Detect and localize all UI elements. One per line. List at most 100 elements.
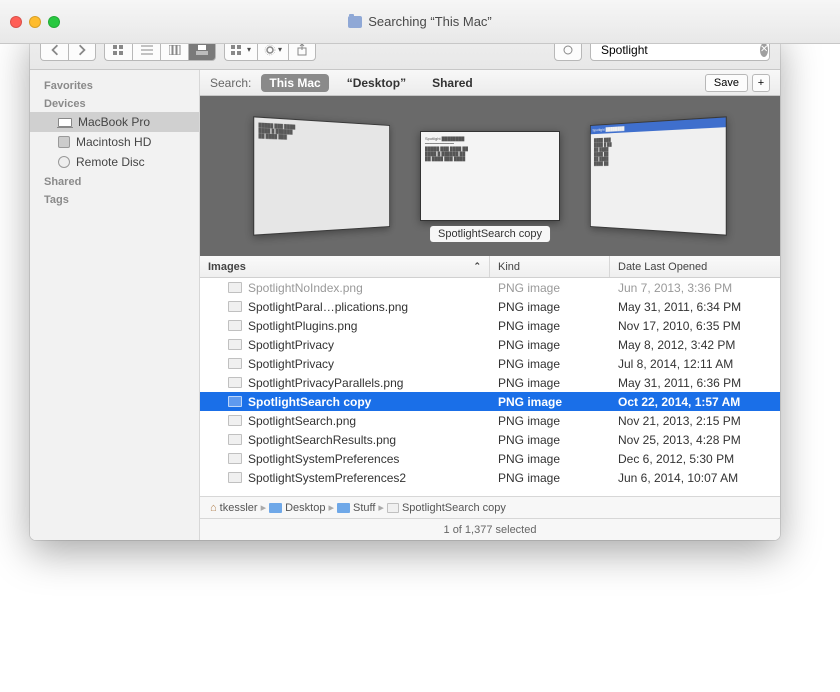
search-label: Search:	[210, 76, 251, 90]
file-kind: PNG image	[490, 471, 610, 485]
sidebar-item-label: MacBook Pro	[78, 115, 150, 129]
path-segment[interactable]: Stuff	[353, 502, 375, 514]
table-row[interactable]: SpotlightPrivacy PNG imageMay 8, 2012, 3:…	[200, 335, 780, 354]
file-date: Nov 17, 2010, 6:35 PM	[610, 319, 780, 333]
path-segment[interactable]: tkessler	[220, 502, 258, 514]
sidebar-section-tags[interactable]: Tags	[30, 190, 199, 208]
file-date: May 31, 2011, 6:34 PM	[610, 300, 780, 314]
file-name: SpotlightPrivacy	[248, 357, 334, 371]
folder-icon	[337, 503, 350, 513]
file-date: Jun 6, 2014, 10:07 AM	[610, 471, 780, 485]
table-row[interactable]: SpotlightPrivacyParallels.png PNG imageMa…	[200, 373, 780, 392]
file-name: SpotlightSearchResults.png	[248, 433, 396, 447]
file-icon	[228, 339, 242, 350]
file-name: SpotlightPrivacyParallels.png	[248, 376, 403, 390]
coverflow-thumb-current[interactable]: Spotlight ████████━━━━━━━━━━━━█████ ███ …	[420, 131, 560, 221]
file-date: May 31, 2011, 6:36 PM	[610, 376, 780, 390]
table-row[interactable]: SpotlightNoIndex.pngPNG imageJun 7, 2013…	[200, 278, 780, 297]
file-icon	[228, 472, 242, 483]
gear-icon	[264, 44, 276, 56]
file-icon	[228, 320, 242, 331]
coverflow-caption: SpotlightSearch copy	[430, 226, 550, 242]
sidebar: Favorites Devices MacBook Pro Macintosh …	[30, 70, 200, 540]
file-icon	[228, 301, 242, 312]
coverflow-thumb-prev[interactable]: █████ ███ ████████ █ ████████ ████ ███	[253, 116, 390, 235]
file-name: SpotlightSearch.png	[248, 414, 356, 428]
tag-icon	[562, 44, 574, 56]
file-kind: PNG image	[490, 357, 610, 371]
search-scope-bar: Search: This Mac “Desktop” Shared Save +	[200, 70, 780, 96]
file-kind: PNG image	[490, 338, 610, 352]
file-icon	[228, 415, 242, 426]
path-bar: ⌂ tkessler ▸ Desktop ▸ Stuff ▸ Spotlight…	[200, 496, 780, 518]
status-bar: 1 of 1,377 selected	[200, 518, 780, 540]
file-list[interactable]: SpotlightNoIndex.pngPNG imageJun 7, 2013…	[200, 278, 780, 496]
table-row[interactable]: SpotlightPlugins.png PNG imageNov 17, 201…	[200, 316, 780, 335]
file-kind: PNG image	[490, 376, 610, 390]
table-row[interactable]: SpotlightSystemPreferences PNG imageDec 6…	[200, 449, 780, 468]
column-name-label: Images	[208, 261, 246, 273]
share-icon	[297, 44, 307, 56]
save-search-button[interactable]: Save	[705, 74, 748, 92]
laptop-icon	[58, 118, 72, 127]
file-icon	[228, 396, 242, 407]
file-kind: PNG image	[490, 395, 610, 409]
hd-icon	[58, 136, 70, 148]
sidebar-section-favorites[interactable]: Favorites	[30, 76, 199, 94]
sidebar-section-devices[interactable]: Devices	[30, 94, 199, 112]
sort-ascending-icon: ⌃	[473, 261, 481, 272]
table-row[interactable]: SpotlightSearch copyPNG imageOct 22, 201…	[200, 392, 780, 411]
folder-icon	[269, 503, 282, 513]
coverflow-view[interactable]: █████ ███ ████████ █ ████████ ████ ███ S…	[200, 96, 780, 256]
file-kind: PNG image	[490, 433, 610, 447]
table-row[interactable]: SpotlightSystemPreferences2PNG imageJun …	[200, 468, 780, 487]
sidebar-section-shared[interactable]: Shared	[30, 172, 199, 190]
clear-search-button[interactable]: ✕	[760, 43, 768, 57]
file-name: SpotlightPlugins.png	[248, 319, 357, 333]
home-icon: ⌂	[210, 502, 217, 514]
sidebar-item-label: Remote Disc	[76, 155, 145, 169]
file-date: Jun 7, 2013, 3:36 PM	[610, 281, 780, 295]
table-row[interactable]: SpotlightSearchResults.png PNG imageNov 2…	[200, 430, 780, 449]
file-date: May 8, 2012, 3:42 PM	[610, 338, 780, 352]
sidebar-item-macintosh-hd[interactable]: Macintosh HD	[30, 132, 199, 152]
file-date: Dec 6, 2012, 5:30 PM	[610, 452, 780, 466]
table-row[interactable]: SpotlightSearch.pngPNG imageNov 21, 2013…	[200, 411, 780, 430]
path-segment[interactable]: Desktop	[285, 502, 325, 514]
file-icon	[228, 358, 242, 369]
chevron-right-icon: ▸	[378, 501, 384, 514]
file-kind: PNG image	[490, 452, 610, 466]
scope-desktop[interactable]: “Desktop”	[339, 74, 414, 92]
file-name: SpotlightParal…plications.png	[248, 300, 408, 314]
column-name[interactable]: Images ⌃	[200, 256, 490, 277]
path-segment[interactable]: SpotlightSearch copy	[402, 502, 506, 514]
chevron-right-icon: ▸	[261, 501, 267, 514]
file-date: Jul 8, 2014, 12:11 AM	[610, 357, 780, 371]
file-name: SpotlightSystemPreferences	[248, 452, 399, 466]
scope-this-mac[interactable]: This Mac	[261, 74, 328, 92]
content-area: Search: This Mac “Desktop” Shared Save +…	[200, 70, 780, 540]
search-input[interactable]	[601, 43, 756, 57]
add-criteria-button[interactable]: +	[752, 74, 770, 92]
sidebar-item-macbook-pro[interactable]: MacBook Pro	[30, 112, 199, 132]
file-icon	[228, 453, 242, 464]
table-row[interactable]: SpotlightPrivacy PNG imageJul 8, 2014, 12…	[200, 354, 780, 373]
file-kind: PNG image	[490, 300, 610, 314]
file-kind: PNG image	[490, 281, 610, 295]
toolbar: Searching “This Mac”	[30, 30, 780, 70]
table-row[interactable]: SpotlightParal…plications.png PNG imageMa…	[200, 297, 780, 316]
file-icon	[228, 377, 242, 388]
file-kind: PNG image	[490, 319, 610, 333]
file-date: Nov 21, 2013, 2:15 PM	[610, 414, 780, 428]
sidebar-item-label: Macintosh HD	[76, 135, 151, 149]
sidebar-item-remote-disc[interactable]: Remote Disc	[30, 152, 199, 172]
file-date: Nov 25, 2013, 4:28 PM	[610, 433, 780, 447]
file-icon	[228, 282, 242, 293]
coverflow-thumb-next[interactable]: Spotlight ████████ ████ ███████ █ ████ █…	[590, 116, 727, 235]
column-date[interactable]: Date Last Opened	[610, 256, 780, 277]
scope-shared[interactable]: Shared	[424, 74, 481, 92]
titlebar: Searching “This Mac”	[30, 30, 780, 44]
file-name: SpotlightPrivacy	[248, 338, 334, 352]
column-kind[interactable]: Kind	[490, 256, 610, 277]
file-icon	[387, 503, 399, 513]
